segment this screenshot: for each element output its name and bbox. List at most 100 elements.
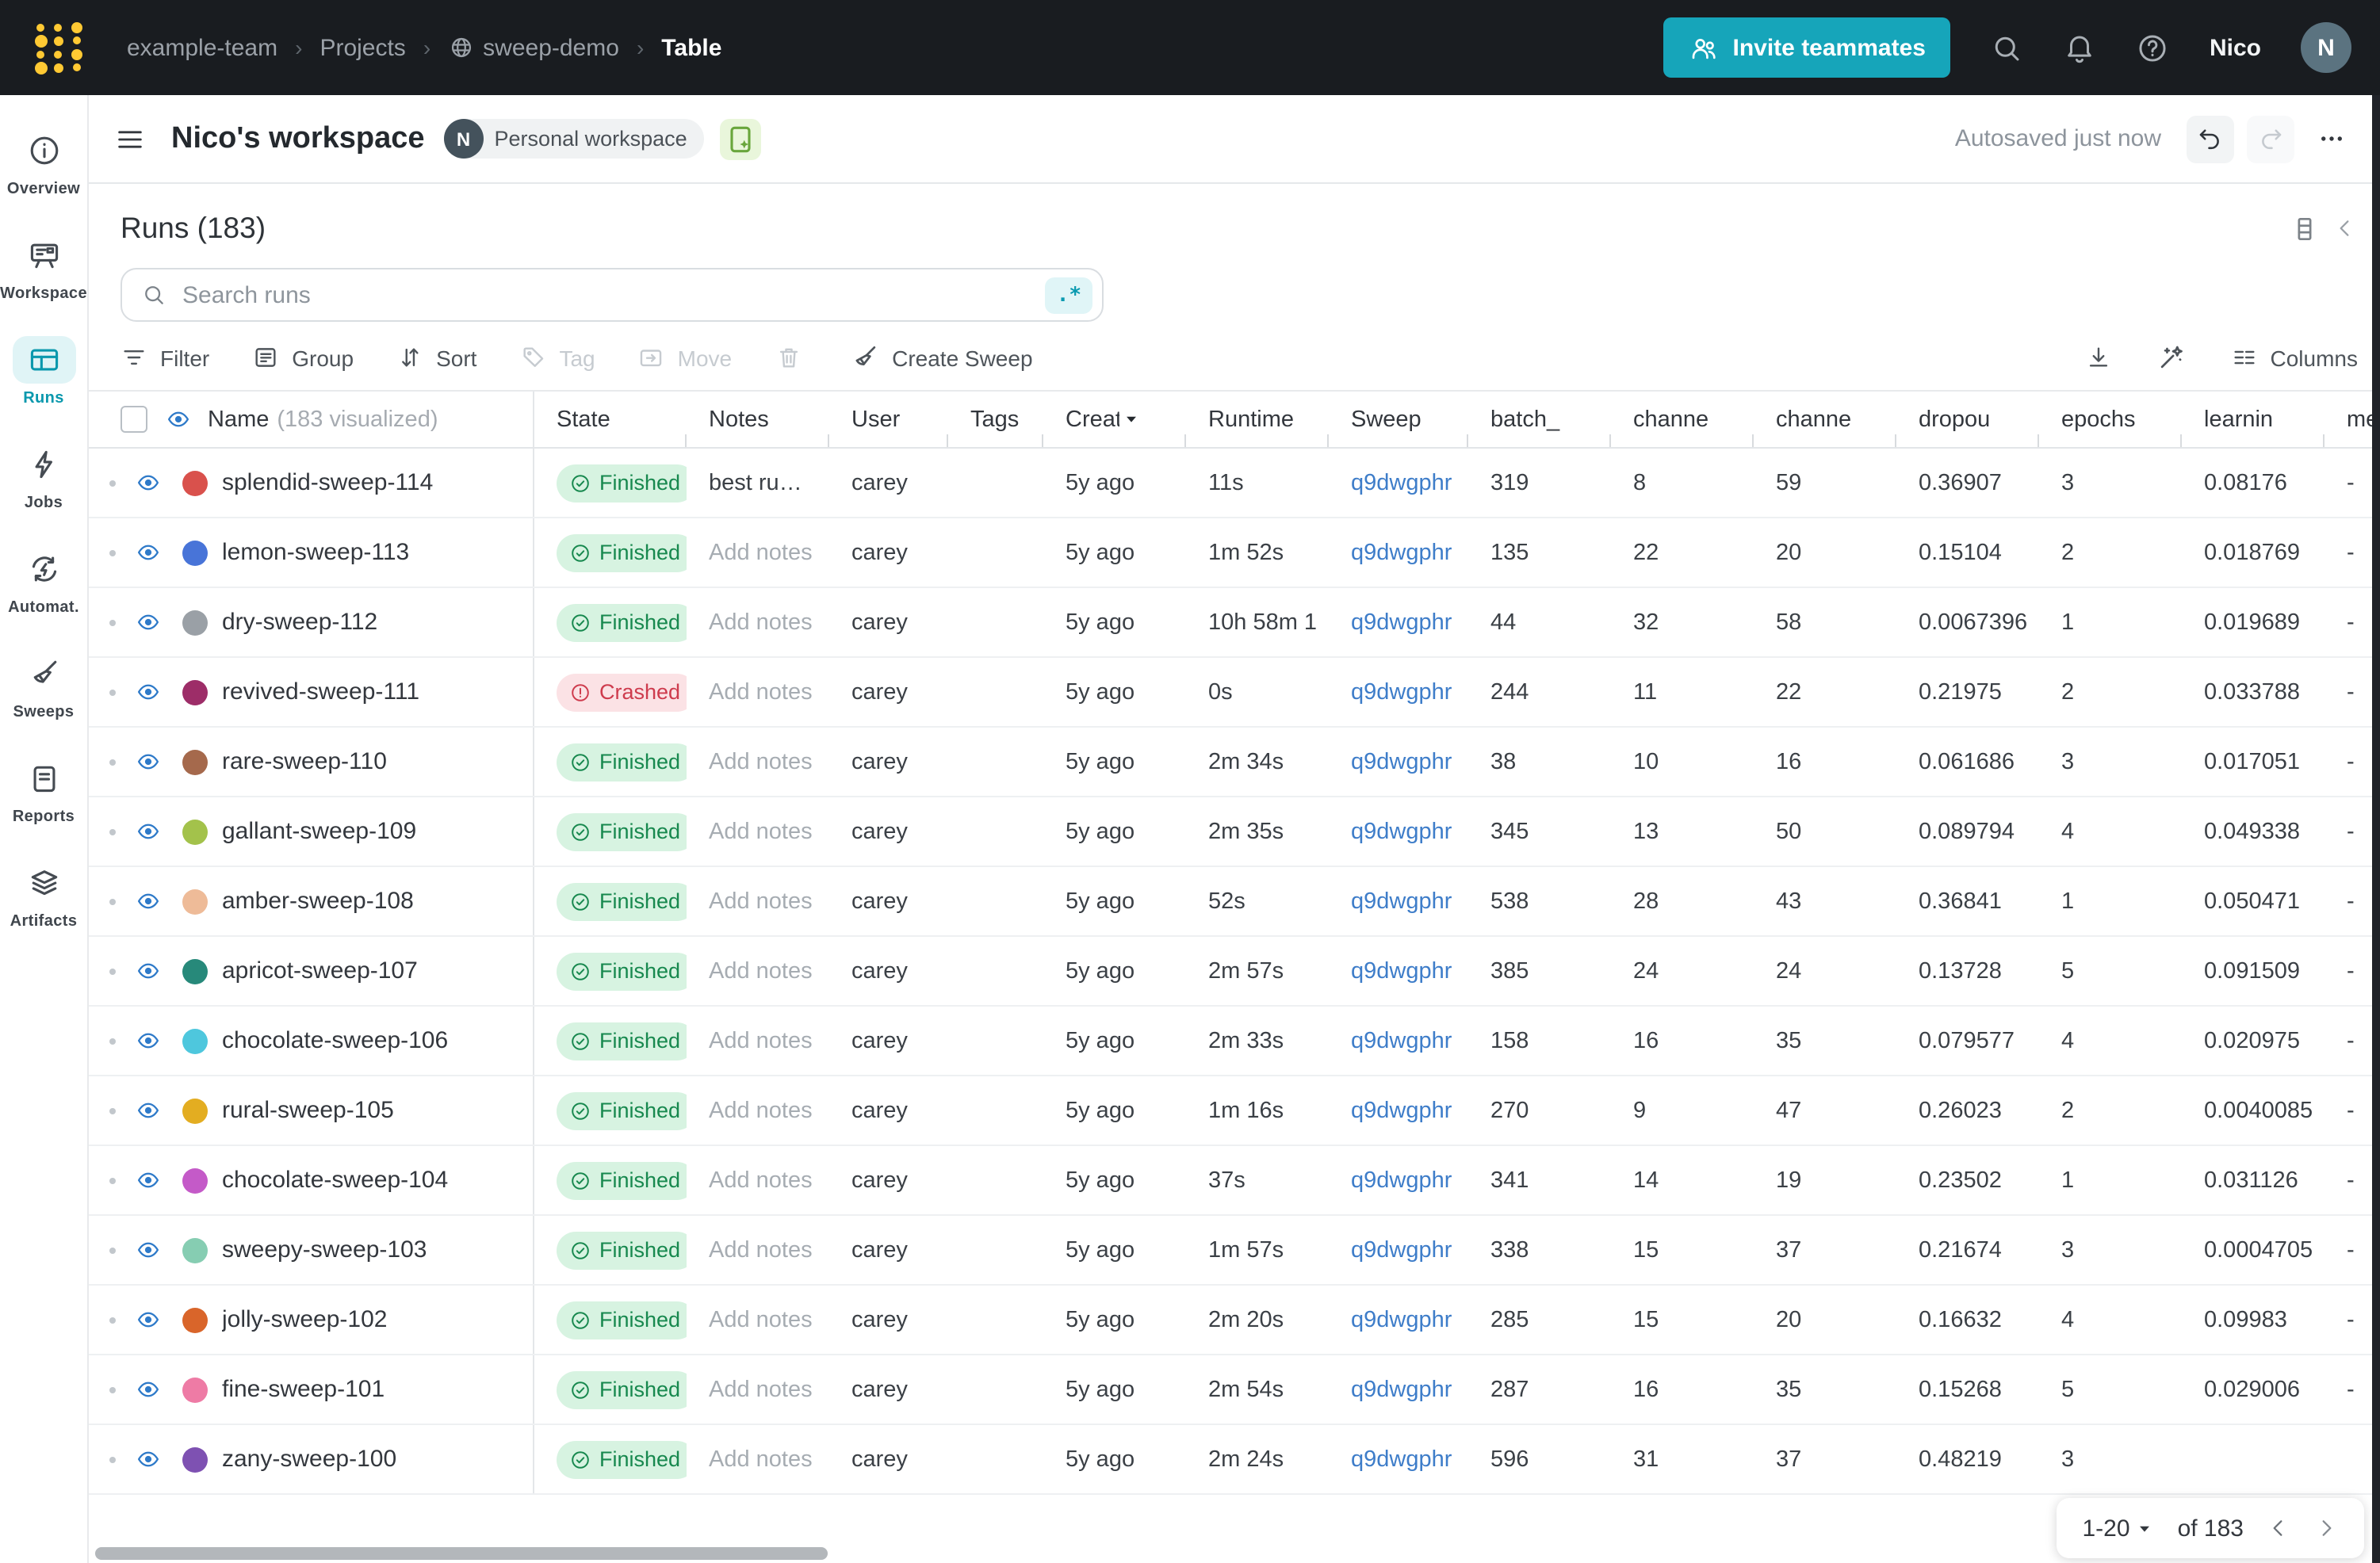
notes-cell[interactable]: Add notes bbox=[687, 1286, 829, 1354]
next-page-button[interactable] bbox=[2313, 1515, 2339, 1541]
drag-handle[interactable] bbox=[109, 1107, 116, 1114]
table-row[interactable]: dry-sweep-112 Finished Add notes carey 5y ag… bbox=[89, 588, 2380, 658]
sweep-link[interactable]: q9dwgphr bbox=[1329, 728, 1468, 796]
workspace-sparkle-doc-icon[interactable] bbox=[720, 118, 762, 159]
sidebar-item-jobs[interactable]: Jobs bbox=[2, 441, 85, 512]
visibility-eye-icon[interactable] bbox=[133, 820, 163, 843]
notes-cell[interactable]: Add notes bbox=[687, 937, 829, 1005]
column-header-channe[interactable]: channe bbox=[1611, 392, 1754, 447]
run-name-link[interactable]: dry-sweep-112 bbox=[222, 609, 377, 636]
sidebar-item-reports[interactable]: Reports bbox=[2, 755, 85, 826]
column-header-created[interactable]: Created bbox=[1043, 392, 1186, 447]
drag-handle[interactable] bbox=[109, 689, 116, 695]
run-name-link[interactable]: amber-sweep-108 bbox=[222, 888, 414, 915]
notes-cell[interactable]: best ru… bbox=[687, 449, 829, 517]
drag-handle[interactable] bbox=[109, 1386, 116, 1393]
run-name-link[interactable]: sweepy-sweep-103 bbox=[222, 1236, 427, 1263]
sweep-link[interactable]: q9dwgphr bbox=[1329, 449, 1468, 517]
invite-teammates-button[interactable]: Invite teammates bbox=[1663, 17, 1951, 78]
workspace-overflow-menu[interactable] bbox=[2307, 115, 2355, 162]
drag-handle[interactable] bbox=[109, 1317, 116, 1323]
drag-handle[interactable] bbox=[109, 1177, 116, 1183]
run-name-link[interactable]: chocolate-sweep-104 bbox=[222, 1167, 448, 1194]
run-name-link[interactable]: splendid-sweep-114 bbox=[222, 469, 433, 496]
visibility-eye-icon[interactable] bbox=[133, 1308, 163, 1332]
column-header-sweep[interactable]: Sweep bbox=[1329, 392, 1468, 447]
visibility-eye-icon[interactable] bbox=[133, 1238, 163, 1262]
sidebar-item-automat[interactable]: Automat. bbox=[2, 545, 85, 617]
column-header-dropou[interactable]: dropou bbox=[1896, 392, 2039, 447]
tag-button[interactable]: Tag bbox=[519, 344, 595, 371]
notes-cell[interactable]: Add notes bbox=[687, 797, 829, 866]
visibility-eye-icon[interactable] bbox=[133, 471, 163, 495]
drag-handle[interactable] bbox=[109, 1456, 116, 1462]
notes-cell[interactable]: Add notes bbox=[687, 1355, 829, 1424]
filter-button[interactable]: Filter bbox=[121, 344, 209, 371]
table-row[interactable]: sweepy-sweep-103 Finished Add notes carey 5y… bbox=[89, 1216, 2380, 1286]
search-runs-input[interactable] bbox=[179, 280, 1046, 310]
panel-layout-icon[interactable] bbox=[2290, 213, 2320, 243]
column-header-epochs[interactable]: epochs bbox=[2039, 392, 2182, 447]
table-row[interactable]: rural-sweep-105 Finished Add notes carey 5y … bbox=[89, 1076, 2380, 1146]
notes-cell[interactable]: Add notes bbox=[687, 518, 829, 587]
sweep-link[interactable]: q9dwgphr bbox=[1329, 588, 1468, 656]
run-name-link[interactable]: rural-sweep-105 bbox=[222, 1097, 394, 1124]
visibility-eye-icon[interactable] bbox=[133, 610, 163, 634]
regex-toggle-button[interactable]: .* bbox=[1045, 277, 1092, 313]
visibility-eye-icon[interactable] bbox=[133, 1447, 163, 1471]
drag-handle[interactable] bbox=[109, 1038, 116, 1044]
table-row[interactable]: zany-sweep-100 Finished Add notes carey 5y a… bbox=[89, 1425, 2380, 1495]
sweep-link[interactable]: q9dwgphr bbox=[1329, 797, 1468, 866]
visibility-eye-icon[interactable] bbox=[133, 1029, 163, 1053]
prev-page-button[interactable] bbox=[2266, 1515, 2291, 1541]
notes-cell[interactable]: Add notes bbox=[687, 1146, 829, 1214]
sidebar-item-workspace[interactable]: Workspace bbox=[0, 231, 87, 303]
search-icon[interactable] bbox=[1991, 31, 2024, 64]
sweep-link[interactable]: q9dwgphr bbox=[1329, 1146, 1468, 1214]
notes-cell[interactable]: Add notes bbox=[687, 1007, 829, 1075]
visibility-eye-icon[interactable] bbox=[133, 541, 163, 564]
personal-workspace-badge[interactable]: N Personal workspace bbox=[443, 119, 705, 159]
visibility-eye-icon[interactable] bbox=[133, 1168, 163, 1192]
table-row[interactable]: gallant-sweep-109 Finished Add notes carey 5… bbox=[89, 797, 2380, 867]
run-name-link[interactable]: lemon-sweep-113 bbox=[222, 539, 409, 566]
run-name-link[interactable]: gallant-sweep-109 bbox=[222, 818, 416, 845]
breadcrumb-projects[interactable]: Projects bbox=[320, 34, 405, 61]
column-header-tags[interactable]: Tags bbox=[948, 392, 1043, 447]
run-name-link[interactable]: zany-sweep-100 bbox=[222, 1446, 396, 1473]
notes-cell[interactable]: Add notes bbox=[687, 1216, 829, 1284]
hamburger-menu-icon[interactable] bbox=[114, 123, 146, 155]
help-icon[interactable] bbox=[2137, 31, 2170, 64]
table-row[interactable]: splendid-sweep-114 Finished best ru… carey 5… bbox=[89, 449, 2380, 518]
select-all-checkbox[interactable] bbox=[121, 406, 147, 433]
column-header-runtime[interactable]: Runtime bbox=[1186, 392, 1329, 447]
delete-button[interactable] bbox=[775, 344, 802, 371]
breadcrumb-page[interactable]: Table bbox=[661, 34, 721, 61]
group-button[interactable]: Group bbox=[252, 344, 354, 371]
run-name-link[interactable]: jolly-sweep-102 bbox=[222, 1306, 387, 1333]
sweep-link[interactable]: q9dwgphr bbox=[1329, 867, 1468, 935]
run-name-link[interactable]: revived-sweep-111 bbox=[222, 678, 419, 705]
drag-handle[interactable] bbox=[109, 898, 116, 904]
name-column-header[interactable]: Name bbox=[208, 407, 269, 432]
drag-handle[interactable] bbox=[109, 759, 116, 765]
visibility-eye-icon[interactable] bbox=[133, 750, 163, 774]
notes-cell[interactable]: Add notes bbox=[687, 867, 829, 935]
avatar[interactable]: N bbox=[2301, 22, 2351, 73]
sort-button[interactable]: Sort bbox=[396, 344, 476, 371]
table-row[interactable]: jolly-sweep-102 Finished Add notes carey 5y … bbox=[89, 1286, 2380, 1355]
sweep-link[interactable]: q9dwgphr bbox=[1329, 1286, 1468, 1354]
move-button[interactable]: Move bbox=[638, 344, 732, 371]
sweep-link[interactable]: q9dwgphr bbox=[1329, 1076, 1468, 1145]
sweep-link[interactable]: q9dwgphr bbox=[1329, 937, 1468, 1005]
visibility-eye-icon[interactable] bbox=[133, 1099, 163, 1122]
visibility-eye-icon[interactable] bbox=[163, 407, 193, 431]
column-header-channe[interactable]: channe bbox=[1754, 392, 1896, 447]
drag-handle[interactable] bbox=[109, 1247, 116, 1253]
drag-handle[interactable] bbox=[109, 828, 116, 835]
column-header-batch_[interactable]: batch_ bbox=[1468, 392, 1611, 447]
visibility-eye-icon[interactable] bbox=[133, 889, 163, 913]
sidebar-item-overview[interactable]: Overview bbox=[2, 127, 85, 198]
sidebar-item-artifacts[interactable]: Artifacts bbox=[2, 859, 85, 931]
table-row[interactable]: lemon-sweep-113 Finished Add notes carey 5y … bbox=[89, 518, 2380, 588]
